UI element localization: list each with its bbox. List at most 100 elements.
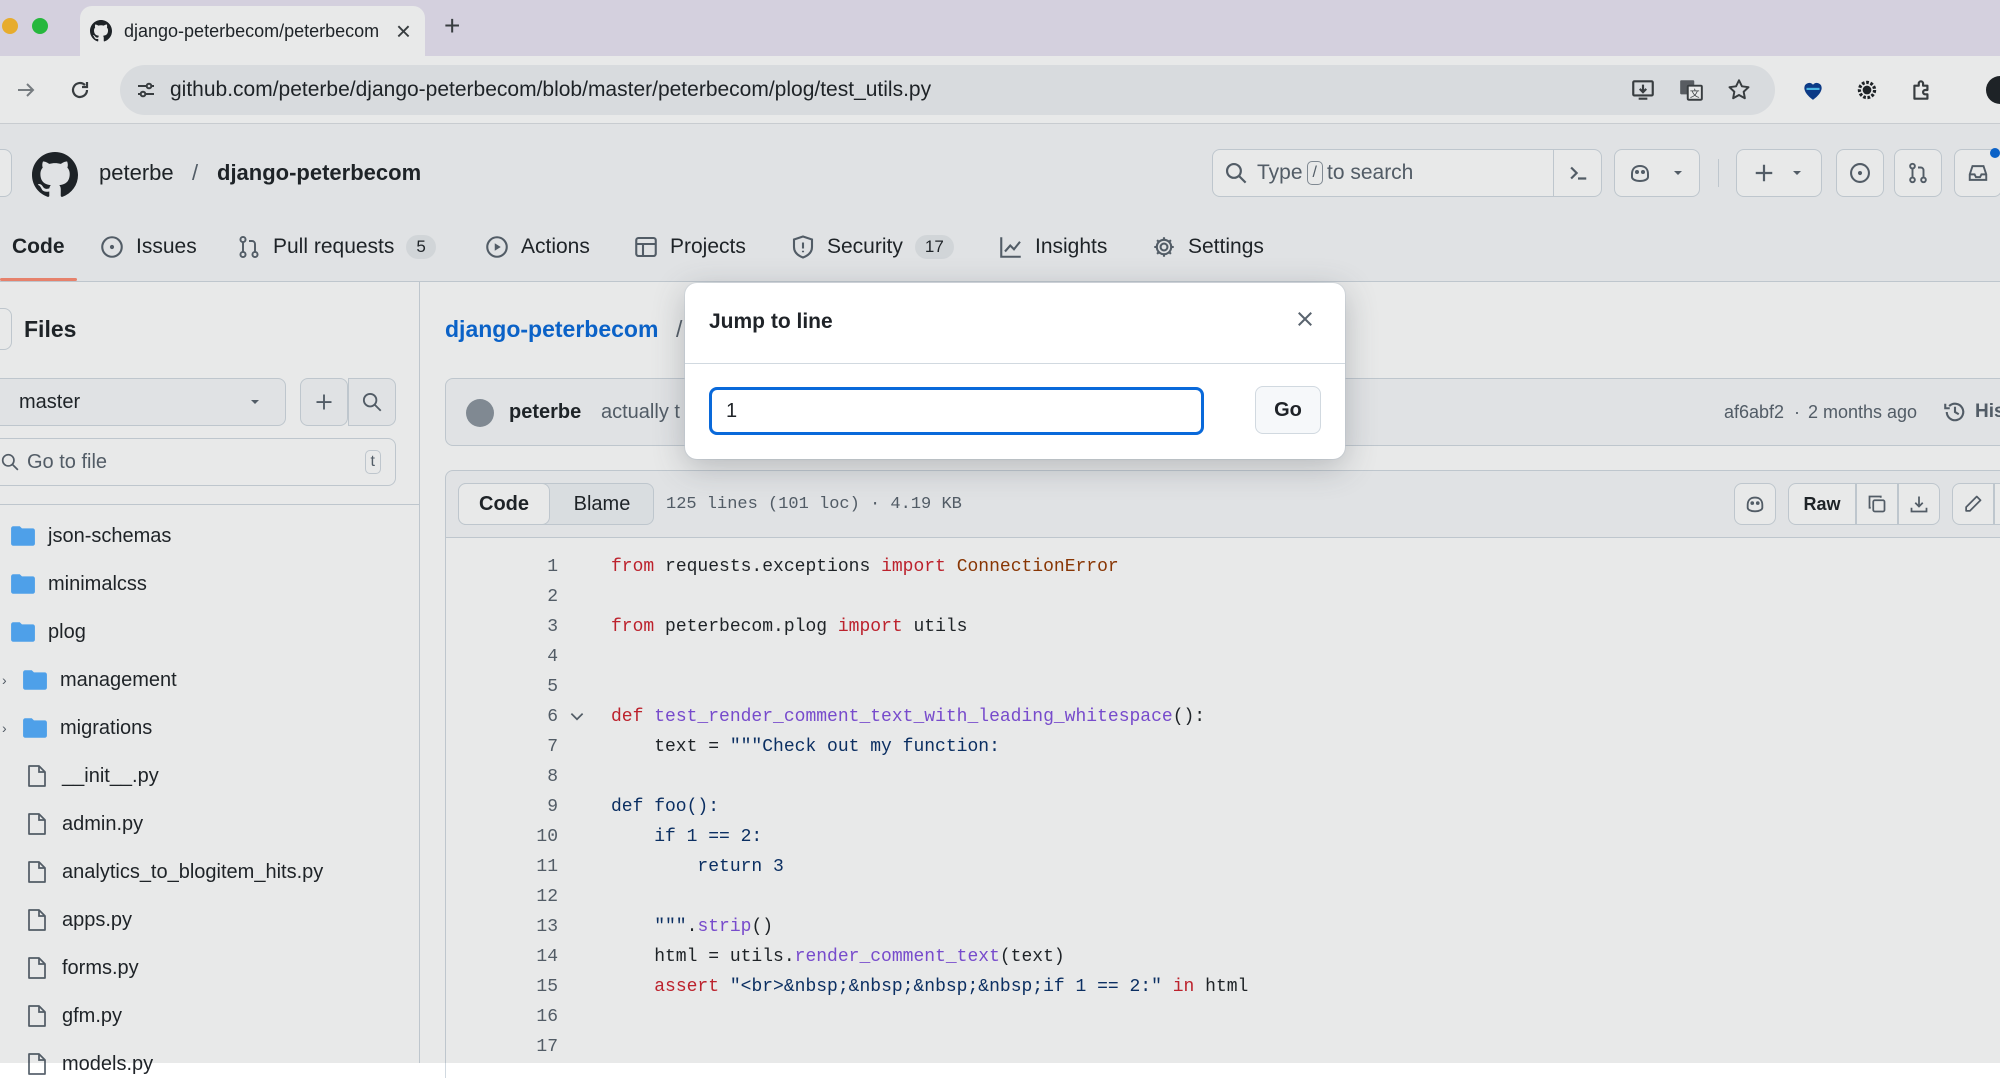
line-number[interactable]: 14 (446, 942, 558, 972)
line-number[interactable]: 9 (446, 792, 558, 822)
copy-raw-button[interactable] (1856, 483, 1898, 525)
tree-item[interactable]: __init__.py (22, 753, 159, 799)
code-text: assert "<br>&nbsp;&nbsp;&nbsp;&nbsp;if 1… (611, 972, 1248, 1002)
close-dialog-button[interactable] (1285, 299, 1325, 339)
address-bar[interactable]: github.com/peterbe/django-peterbecom/blo… (120, 65, 1775, 115)
edit-options-button[interactable] (1994, 483, 2000, 525)
search-input[interactable]: Type / to search (1212, 149, 1602, 197)
extension-gear-icon[interactable] (1851, 74, 1883, 106)
install-app-icon[interactable] (1630, 77, 1656, 103)
tab-security[interactable]: Security 17 (791, 220, 954, 274)
line-number[interactable]: 6 (446, 702, 558, 732)
copilot-button[interactable] (1614, 149, 1700, 197)
tab-issues[interactable]: Issues (100, 220, 197, 274)
tab-projects[interactable]: Projects (634, 220, 746, 274)
tree-item[interactable]: plog (10, 609, 86, 655)
breadcrumb-repo-link[interactable]: django-peterbecom (445, 316, 658, 343)
tab-actions[interactable]: Actions (485, 220, 590, 274)
tab-blame-view[interactable]: Blame (550, 484, 654, 524)
commit-message[interactable]: actually t (601, 401, 680, 424)
url-text[interactable]: github.com/peterbe/django-peterbecom/blo… (170, 78, 931, 102)
history-icon[interactable] (1943, 400, 1967, 424)
line-number[interactable]: 10 (446, 822, 558, 852)
site-settings-icon[interactable] (134, 78, 158, 102)
extension-heart-icon[interactable] (1797, 74, 1829, 106)
profile-avatar[interactable] (1986, 76, 2000, 104)
download-button[interactable] (1898, 483, 1940, 525)
tree-item[interactable]: admin.py (22, 801, 143, 847)
line-number[interactable]: 17 (446, 1032, 558, 1062)
maximize-window-button[interactable] (32, 18, 48, 34)
extensions-puzzle-icon[interactable] (1906, 74, 1938, 106)
commit-author[interactable]: peterbe (509, 401, 581, 424)
branch-selector[interactable]: master (0, 378, 286, 426)
code-line: 9 def foo(): (446, 792, 1996, 822)
breadcrumb-separator: / (192, 160, 199, 185)
tree-item[interactable]: analytics_to_blogitem_hits.py (22, 849, 323, 895)
tree-item[interactable]: gfm.py (22, 993, 122, 1039)
go-button[interactable]: Go (1255, 386, 1321, 434)
line-number[interactable]: 15 (446, 972, 558, 1002)
line-number[interactable]: 7 (446, 732, 558, 762)
tab-pull-requests[interactable]: Pull requests 5 (237, 220, 436, 274)
line-number[interactable]: 11 (446, 852, 558, 882)
translate-icon[interactable]: 文 (1678, 77, 1704, 103)
close-tab-icon[interactable]: × (396, 16, 411, 47)
avatar[interactable] (466, 399, 494, 427)
browser-tab[interactable]: django-peterbecom/peterbecom × (80, 6, 425, 56)
chevron-right-icon[interactable]: › (2, 672, 7, 688)
github-logo-icon[interactable] (32, 152, 78, 198)
line-number[interactable]: 12 (446, 882, 558, 912)
chevron-down-icon (251, 400, 259, 404)
chevron-right-icon[interactable]: › (2, 720, 7, 736)
history-label[interactable]: His (1975, 401, 2000, 423)
sidebar-toggle-button[interactable] (0, 149, 12, 197)
tree-item[interactable]: forms.py (22, 945, 139, 991)
tree-item[interactable]: › migrations (2, 705, 152, 751)
pull-requests-button[interactable] (1894, 149, 1942, 197)
search-files-button[interactable] (348, 378, 396, 426)
tree-item[interactable]: minimalcss (10, 561, 147, 607)
line-number[interactable]: 13 (446, 912, 558, 942)
pull-requests-counter: 5 (406, 235, 436, 259)
copilot-file-button[interactable] (1734, 483, 1776, 525)
raw-button[interactable]: Raw (1788, 483, 1856, 525)
code-line: 14 html = utils.render_comment_text(text… (446, 942, 1996, 972)
repo-link[interactable]: django-peterbecom (217, 160, 421, 186)
tab-code-view[interactable]: Code (458, 483, 550, 525)
tree-item[interactable]: json-schemas (10, 513, 171, 559)
new-tab-button[interactable]: + (444, 10, 460, 42)
tree-item[interactable]: models.py (22, 1041, 153, 1087)
code-line: 3 from peterbecom.plog import utils (446, 612, 1996, 642)
go-to-file-input[interactable]: Go to file t (0, 438, 396, 486)
line-number[interactable]: 3 (446, 612, 558, 642)
tab-insights[interactable]: Insights (999, 220, 1107, 274)
line-number-input[interactable] (709, 387, 1204, 435)
line-number[interactable]: 1 (446, 552, 558, 582)
line-number[interactable]: 8 (446, 762, 558, 792)
edit-button[interactable] (1952, 483, 1994, 525)
tree-item[interactable]: › management (2, 657, 177, 703)
bookmark-star-icon[interactable] (1726, 77, 1752, 103)
line-number[interactable]: 16 (446, 1002, 558, 1032)
create-new-button[interactable] (1736, 149, 1822, 197)
tree-item[interactable]: apps.py (22, 897, 132, 943)
tab-settings[interactable]: Settings (1152, 220, 1264, 274)
tab-code[interactable]: Code (12, 220, 65, 274)
commit-sha[interactable]: af6abf2 (1724, 402, 1784, 423)
forward-arrow-icon[interactable] (10, 74, 42, 106)
line-number[interactable]: 4 (446, 642, 558, 672)
file-info: 125 lines (101 loc) · 4.19 KB (666, 495, 962, 514)
code-line: 15 assert "<br>&nbsp;&nbsp;&nbsp;&nbsp;i… (446, 972, 1996, 1002)
reload-icon[interactable] (64, 74, 96, 106)
close-window-button[interactable] (2, 18, 18, 34)
code-token: requests.exceptions (654, 557, 882, 577)
line-number[interactable]: 2 (446, 582, 558, 612)
command-palette-icon[interactable] (1553, 150, 1601, 196)
sidebar-collapse-button[interactable] (0, 308, 12, 350)
line-number[interactable]: 5 (446, 672, 558, 702)
add-file-button[interactable] (300, 378, 348, 426)
owner-link[interactable]: peterbe (99, 160, 174, 186)
issues-button[interactable] (1836, 149, 1884, 197)
